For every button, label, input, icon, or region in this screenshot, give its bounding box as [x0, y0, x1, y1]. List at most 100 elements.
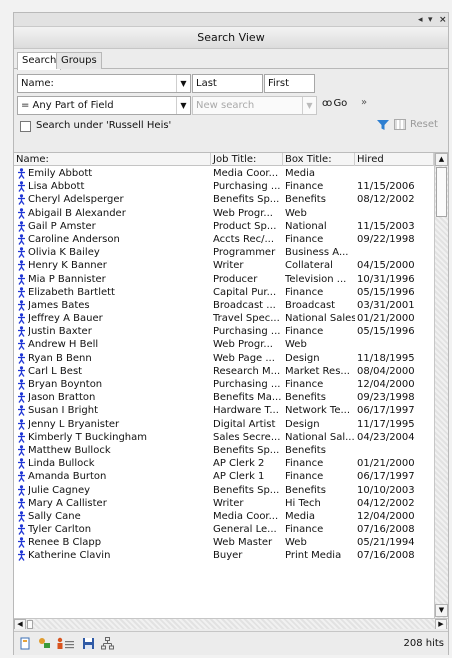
cell-job-title: Broadcast ...	[213, 299, 276, 311]
column-header-job-title[interactable]: Job Title:	[211, 153, 283, 166]
cell-job-title: Programmer	[213, 247, 276, 259]
table-row[interactable]: Linda Bullock AP Clerk 2 Finance 01/21/2000	[14, 457, 434, 470]
table-row[interactable]: Cheryl Adelsperger Benefits Sp... Benefits…	[14, 193, 434, 206]
cell-job-title: Writer	[213, 260, 244, 272]
cell-box-title: Print Media	[285, 550, 342, 562]
table-row[interactable]: Katherine Clavin Buyer Print Media 07/16/20…	[14, 549, 434, 562]
menu-dropdown-icon[interactable]: ▾	[428, 13, 433, 27]
table-row[interactable]: Mia P Bannister Producer Television ... 10/…	[14, 273, 434, 286]
cell-box-title: Web	[285, 339, 307, 351]
cell-name: Cheryl Adelsperger	[28, 194, 124, 206]
saved-search-select[interactable]: New search ▼	[192, 96, 317, 115]
field-select-value: Name:	[21, 78, 54, 89]
table-row[interactable]: Olivia K Bailey Programmer Business A...	[14, 246, 434, 259]
cell-hired: 09/22/1998	[357, 233, 415, 245]
field-select[interactable]: Name: ▼	[17, 74, 191, 93]
column-header-box-title[interactable]: Box Title:	[283, 153, 355, 166]
scroll-left-icon[interactable]: ◀	[14, 619, 26, 629]
tab-groups[interactable]: Groups	[56, 52, 102, 69]
chevron-down-icon[interactable]: ▼	[176, 97, 190, 114]
binoculars-icon: oo	[322, 98, 332, 109]
cell-job-title: Writer	[213, 497, 244, 509]
cell-hired: 04/12/2002	[357, 497, 415, 509]
chevron-down-icon[interactable]: ▼	[176, 75, 190, 92]
status-bar: 208 hits	[14, 631, 448, 655]
last-name-input[interactable]: Last	[192, 74, 263, 93]
scroll-up-icon[interactable]: ▲	[435, 153, 448, 166]
table-row[interactable]: Sally Cane Media Coor... Media 12/04/2000	[14, 510, 434, 523]
cell-hired: 12/04/2000	[357, 510, 415, 522]
tab-search[interactable]: Search	[17, 52, 62, 70]
cell-hired: 01/21/2000	[357, 313, 415, 325]
cell-job-title: Web Progr...	[213, 207, 273, 219]
search-under-label: Search under 'Russell Heis'	[36, 120, 172, 131]
table-row[interactable]: Ryan B Benn Web Page ... Design 11/18/1995	[14, 352, 434, 365]
table-row[interactable]: Amanda Burton AP Clerk 1 Finance 06/17/1997	[14, 470, 434, 483]
cell-job-title: Capital Pur...	[213, 286, 277, 298]
table-row[interactable]: Caroline Anderson Accts Rec/... Finance 09/…	[14, 233, 434, 246]
expand-options-icon[interactable]: »	[361, 97, 367, 108]
new-document-icon[interactable]	[19, 637, 32, 650]
chevron-down-icon[interactable]: ▼	[302, 97, 316, 114]
match-type-value: = Any Part of Field	[21, 100, 114, 111]
match-type-select[interactable]: = Any Part of Field ▼	[17, 96, 191, 115]
cell-box-title: Business A...	[285, 247, 349, 259]
person-list-icon[interactable]	[56, 637, 76, 650]
table-row[interactable]: Jason Bratton Benefits Ma... Benefits 09/23…	[14, 391, 434, 404]
cell-job-title: Media Coor...	[213, 510, 279, 522]
column-header-name[interactable]: Name:	[14, 153, 211, 166]
search-under-checkbox[interactable]	[20, 121, 31, 132]
scroll-right-icon[interactable]: ▶	[435, 619, 447, 629]
table-row[interactable]: Susan I Bright Hardware T... Network Te...…	[14, 404, 434, 417]
table-row[interactable]: Emily Abbott Media Coor... Media	[14, 167, 434, 180]
table-row[interactable]: Henry K Banner Writer Collateral 04/15/2000	[14, 259, 434, 272]
horizontal-scroll-thumb[interactable]	[27, 620, 33, 629]
table-row[interactable]: James Bates Broadcast ... Broadcast 03/31/2…	[14, 299, 434, 312]
table-row[interactable]: Jenny L Bryanister Digital Artist Design 11…	[14, 418, 434, 431]
vertical-scrollbar[interactable]: ▲ ▼	[434, 153, 448, 618]
table-row[interactable]: Tyler Carlton General Le... Finance 07/16/2…	[14, 523, 434, 536]
org-chart-icon[interactable]	[101, 637, 114, 650]
cell-job-title: Research M...	[213, 365, 281, 377]
vertical-scroll-thumb[interactable]	[436, 167, 447, 217]
table-row[interactable]: Carl L Best Research M... Market Res... 08/…	[14, 365, 434, 378]
first-name-input[interactable]: First	[264, 74, 315, 93]
cell-name: Carl L Best	[28, 365, 83, 377]
cell-name: Jenny L Bryanister	[28, 418, 120, 430]
table-row[interactable]: Julie Cagney Benefits Sp... Benefits 10/10/…	[14, 484, 434, 497]
tools-icon[interactable]	[38, 637, 51, 650]
table-row[interactable]: Matthew Bullock Benefits Sp... Benefits	[14, 444, 434, 457]
cell-name: Elizabeth Bartlett	[28, 286, 115, 298]
table-row[interactable]: Lisa Abbott Purchasing ... Finance 11/15/20…	[14, 180, 434, 193]
reset-button[interactable]: Reset	[410, 119, 438, 130]
table-row[interactable]: Justin Baxter Purchasing ... Finance 05/15/…	[14, 325, 434, 338]
columns-icon[interactable]	[394, 119, 406, 130]
cell-box-title: Benefits	[285, 444, 326, 456]
search-view-panel: ◂ ▾ × Search View Search Groups Name: ▼ …	[13, 12, 449, 655]
table-row[interactable]: Bryan Boynton Purchasing ... Finance 12/04/…	[14, 378, 434, 391]
cell-hired: 11/15/2003	[357, 220, 415, 232]
cell-job-title: AP Clerk 1	[213, 471, 265, 483]
table-row[interactable]: Andrew H Bell Web Progr... Web	[14, 338, 434, 351]
table-row[interactable]: Abigail B Alexander Web Progr... Web	[14, 207, 434, 220]
table-row[interactable]: Renee B Clapp Web Master Web 05/21/1994	[14, 536, 434, 549]
cell-job-title: General Le...	[213, 524, 277, 536]
hit-count: 208 hits	[403, 638, 444, 649]
table-row[interactable]: Elizabeth Bartlett Capital Pur... Finance 0…	[14, 286, 434, 299]
cell-box-title: Finance	[285, 458, 324, 470]
cell-name: Kimberly T Buckingham	[28, 431, 148, 443]
table-row[interactable]: Kimberly T Buckingham Sales Secre... Natio…	[14, 431, 434, 444]
cell-box-title: Finance	[285, 233, 324, 245]
column-header-hired[interactable]: Hired	[355, 153, 434, 166]
table-row[interactable]: Mary A Callister Writer Hi Tech 04/12/2002	[14, 497, 434, 510]
collapse-left-icon[interactable]: ◂	[418, 13, 423, 27]
close-icon[interactable]: ×	[439, 13, 447, 27]
scroll-down-icon[interactable]: ▼	[435, 604, 448, 617]
horizontal-scrollbar[interactable]: ◀ ▶	[14, 618, 448, 629]
cell-box-title: Media	[285, 510, 316, 522]
filter-icon[interactable]	[376, 118, 390, 135]
table-row[interactable]: Jeffrey A Bauer Travel Spec... National Sa…	[14, 312, 434, 325]
save-icon[interactable]	[82, 637, 95, 650]
table-row[interactable]: Gail P Amster Product Sp... National 11/15/…	[14, 220, 434, 233]
go-button[interactable]: oo Go	[322, 98, 347, 109]
